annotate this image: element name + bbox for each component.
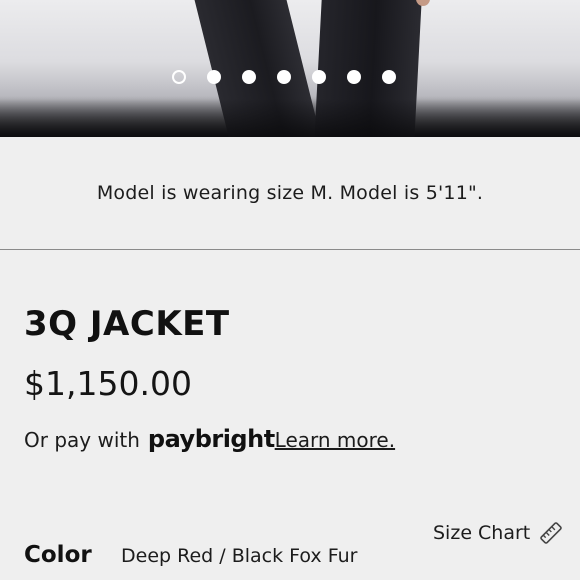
color-label: Color bbox=[24, 542, 92, 568]
carousel-dot[interactable] bbox=[312, 70, 326, 84]
learn-more-link[interactable]: Learn more. bbox=[275, 428, 395, 452]
carousel-pagination bbox=[172, 70, 396, 84]
ruler-icon bbox=[538, 520, 564, 546]
carousel-dot[interactable] bbox=[172, 70, 186, 84]
financing-row: Or pay with paybright Learn more. bbox=[24, 425, 395, 453]
carousel-dot[interactable] bbox=[382, 70, 396, 84]
carousel-dot[interactable] bbox=[207, 70, 221, 84]
product-title: 3Q JACKET bbox=[24, 304, 230, 344]
carousel-dot[interactable] bbox=[347, 70, 361, 84]
product-image-carousel[interactable] bbox=[0, 0, 580, 137]
size-chart-label: Size Chart bbox=[433, 522, 531, 544]
carousel-dot[interactable] bbox=[242, 70, 256, 84]
carousel-dot[interactable] bbox=[277, 70, 291, 84]
paybright-logo: paybright bbox=[147, 425, 275, 453]
product-photo-shadow bbox=[0, 99, 580, 137]
model-size-info: Model is wearing size M. Model is 5'11". bbox=[0, 137, 580, 250]
size-chart-button[interactable]: Size Chart bbox=[433, 520, 564, 546]
financing-prefix: Or pay with bbox=[24, 428, 140, 452]
color-value: Deep Red / Black Fox Fur bbox=[121, 545, 358, 567]
product-price: $1,150.00 bbox=[24, 364, 192, 403]
